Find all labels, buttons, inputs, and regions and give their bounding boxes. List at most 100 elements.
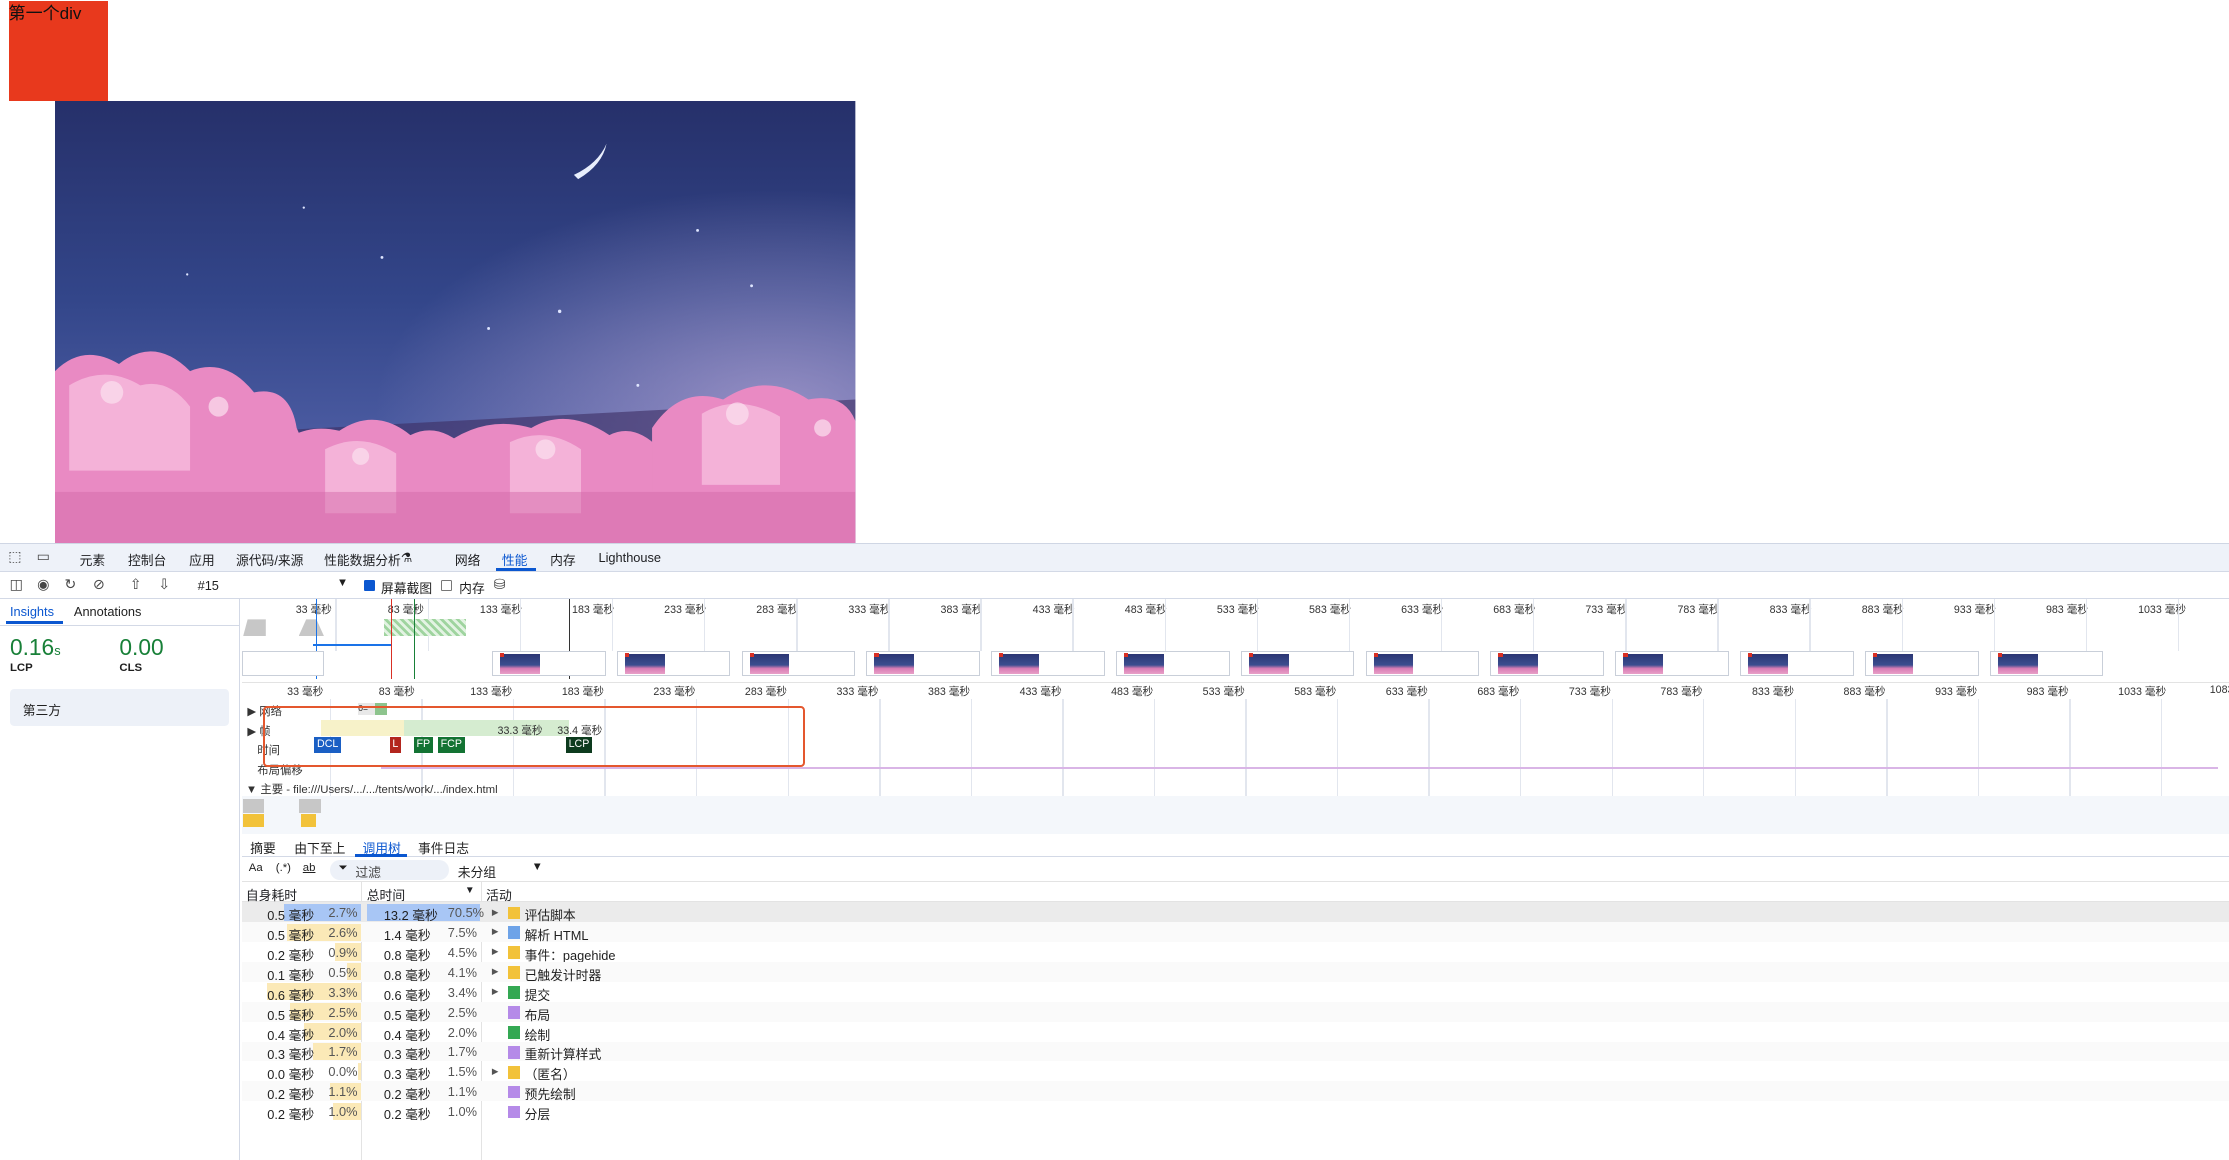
tab-memory[interactable]: 内存 [550,550,576,569]
regex-button[interactable]: (.*) [276,862,291,874]
expand-arrow-icon[interactable]: ▶ [492,986,499,997]
timeline-tick-label: 1033 毫秒 [2118,686,2167,699]
details-tab-bar: 摘要 由下至上 调用树 事件日志 [241,834,2229,857]
tab-lighthouse[interactable]: Lighthouse [598,550,661,565]
table-row[interactable]: 0.2 毫秒 0.9% 0.8 毫秒 4.5% ▶ 事件：pagehide [242,942,2229,963]
table-row[interactable]: 0.2 毫秒 1.1% 0.2 毫秒 1.1% 预先绘制 [241,1081,2229,1102]
timeline-tick-label: 1083 [2209,684,2229,697]
screenshot-thumbnail[interactable] [1115,650,1230,677]
whole-word-button[interactable]: ab [303,862,316,874]
flame-task[interactable] [301,814,316,827]
timeline-tick-label: 683 毫秒 [1477,686,1520,699]
category-color-swatch [507,986,521,999]
lcp-metric: 0.16s [10,634,61,661]
flame-task[interactable] [243,798,265,813]
main-thread-flame[interactable] [241,795,2229,835]
expand-arrow-icon[interactable]: ▶ [492,907,499,918]
inspect-element-icon[interactable]: ⬚ [7,549,23,566]
tab-network[interactable]: 网络 [455,550,481,569]
screenshot-thumbnail[interactable] [991,650,1105,677]
table-row[interactable]: 0.1 毫秒 0.5% 0.8 毫秒 4.1% ▶ 已触发计时器 [241,961,2229,983]
self-time-percent: 0.9% [328,944,358,960]
total-time-percent: 1.0% [447,1104,477,1120]
expand-arrow-icon[interactable]: ▶ [492,946,499,957]
tab-elements[interactable]: 元素 [80,550,106,569]
screenshot-thumbnail[interactable] [1864,650,1979,677]
memory-checkbox[interactable] [440,579,453,591]
screenshot-thumbnail[interactable] [616,650,731,677]
tab-summary[interactable]: 摘要 [250,838,276,857]
filter-input[interactable]: ⏷ 过滤 [329,859,450,880]
screenshot-thumbnail[interactable] [1615,650,1729,677]
table-row[interactable]: 0.5 毫秒 2.7% 13.2 毫秒 70.5% ▶ 评估脚本 [241,902,2229,923]
night-sky-blossom-image [55,100,856,544]
screenshot-thumbnail[interactable] [1365,650,1480,677]
expand-arrow-icon[interactable]: ▶ [492,926,499,937]
table-row[interactable]: 0.3 毫秒 1.7% 0.3 毫秒 1.7% 重新计算样式 [241,1041,2229,1062]
screenshot-thumbnail[interactable] [1740,650,1854,677]
table-row[interactable]: 0.0 毫秒 0.0% 0.3 毫秒 1.5% ▶ （匿名） [242,1061,2229,1082]
total-time-percent: 1.1% [447,1084,477,1100]
flame-task[interactable] [298,798,322,813]
screenshot-thumbnail[interactable] [1490,650,1605,677]
self-time-percent: 2.6% [328,924,358,940]
grouping-select[interactable]: 未分组 [458,862,496,881]
main-thread-label: 主要 - file:///Users/.../.../tents/work/..… [260,784,498,797]
timeline-pane[interactable]: 33 毫秒 83 毫秒 133 毫秒 183 毫秒 233 毫秒 283 毫秒 333 毫秒… [241,599,2229,835]
chevron-down-icon[interactable]: ▼ [337,577,348,589]
expand-arrow-icon[interactable]: ▶ [492,1066,499,1077]
garbage-collect-icon[interactable]: ⛁ [492,577,508,594]
timeline-tick-label: 733 毫秒 [1568,686,1611,699]
tab-bottom-up[interactable]: 由下至上 [294,838,345,857]
download-icon[interactable]: ⇩ [156,577,172,594]
upload-icon[interactable]: ⇧ [128,577,144,594]
table-row[interactable]: 0.4 毫秒 2.0% 0.4 毫秒 2.0% 绘制 [242,1022,2229,1043]
clear-icon[interactable]: ⊘ [91,577,107,594]
record-icon[interactable]: ◉ [36,577,52,594]
cls-label: CLS [119,662,143,675]
screenshot-thumbnail[interactable] [491,650,606,677]
category-color-swatch [507,1006,521,1019]
screenshot-thumbnail[interactable] [1240,650,1355,677]
screenshot-marker [999,653,1004,658]
timeline-tick-label: 333 毫秒 [836,686,879,699]
expand-arrow-icon[interactable]: ▶ [492,966,499,977]
table-row[interactable]: 0.5 毫秒 2.6% 1.4 毫秒 7.5% ▶ 解析 HTML [241,922,2229,943]
reload-record-icon[interactable]: ↻ [63,577,79,594]
total-time-value: 0.2 毫秒 [383,1107,431,1123]
tab-annotations[interactable]: Annotations [74,604,142,619]
timeline-tick-label: 633 毫秒 [1385,686,1428,699]
screenshot-thumbnail[interactable] [241,650,325,677]
tab-event-log[interactable]: 事件日志 [418,838,469,857]
flame-task[interactable] [243,814,265,827]
device-toolbar-icon[interactable]: ▭ [36,549,52,566]
highlight-annotation-box [262,706,805,768]
screenshot-thumbnail[interactable] [866,650,981,677]
tab-console[interactable]: 控制台 [128,550,166,569]
lcp-unit: s [54,642,61,658]
screenshot-image [1623,654,1664,675]
total-time-percent: 4.5% [447,944,477,960]
tab-sources[interactable]: 源代码/来源 [236,550,303,569]
self-time-percent: 2.0% [328,1024,358,1040]
recording-select[interactable]: #15 [198,578,219,593]
screenshot-thumbnail[interactable] [741,650,856,677]
tab-application[interactable]: 应用 [189,550,215,569]
chevron-down-icon[interactable]: ▼ [532,861,543,873]
screenshot-image [999,654,1040,675]
screenshots-label: 屏幕截图 [380,581,433,597]
match-case-button[interactable]: Aa [249,862,263,874]
timeline-tick-label: 833 毫秒 [1751,686,1795,699]
devtools-panel: ⬚ ▭ 元素 控制台 应用 源代码/来源 性能数据分析 ⚗ 网络 性能 内存 L… [0,543,2229,1160]
table-row[interactable]: 0.6 毫秒 3.3% 0.6 毫秒 3.4% ▶ 提交 [242,982,2229,1003]
table-row[interactable]: 0.2 毫秒 1.0% 0.2 毫秒 1.0% 分层 [242,1101,2229,1123]
screenshot-thumbnail[interactable] [1989,650,2104,677]
tab-performance[interactable]: 性能 [502,550,528,569]
tab-insights[interactable]: Insights [10,604,54,619]
tab-performance-insights[interactable]: 性能数据分析 [324,550,401,569]
sidebar-toggle-icon[interactable]: ◫ [9,577,25,594]
third-party-insight[interactable]: 第三方 [9,689,229,726]
table-row[interactable]: 0.5 毫秒 2.5% 0.5 毫秒 2.5% 布局 [241,1001,2229,1023]
self-time-percent: 2.7% [328,905,358,921]
screenshots-checkbox[interactable] [363,579,376,591]
